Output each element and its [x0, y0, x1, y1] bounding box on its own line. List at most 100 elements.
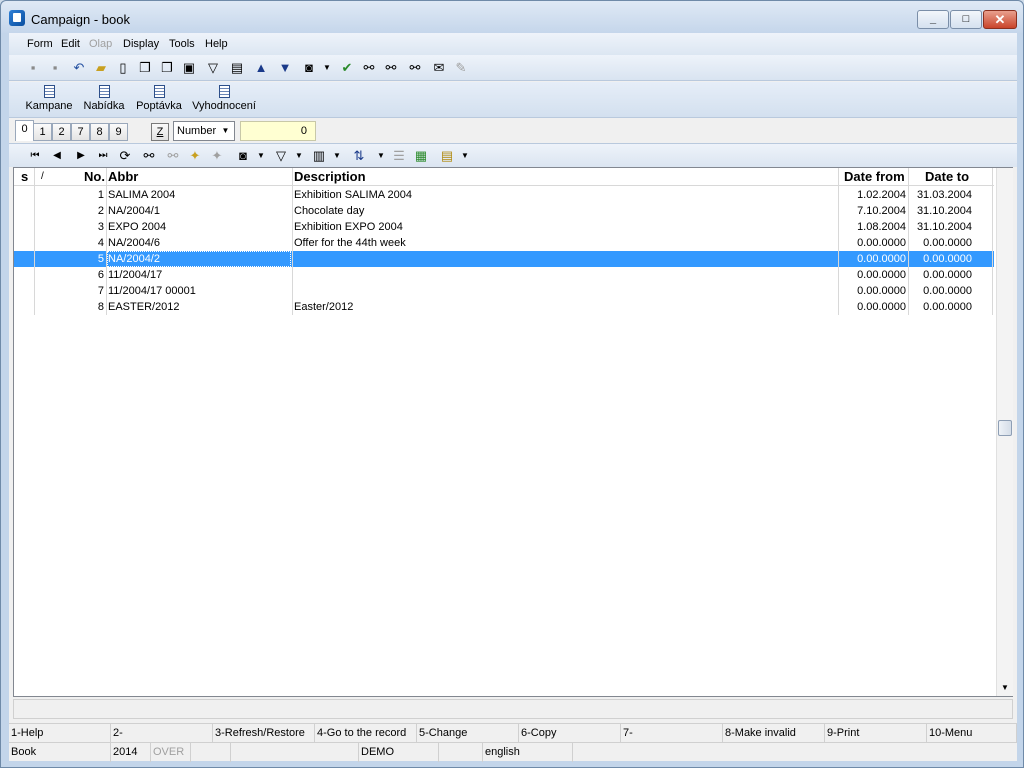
- report-dropdown-icon[interactable]: ▼: [457, 148, 473, 164]
- document-list-icon[interactable]: ▤: [229, 60, 245, 76]
- camera-dropdown-icon[interactable]: ▼: [253, 148, 269, 164]
- tab-7[interactable]: 7: [71, 123, 90, 141]
- open-folder-icon[interactable]: ▰: [93, 60, 109, 76]
- menu-form[interactable]: Form: [27, 38, 53, 50]
- cell-date-from: 0.00.0000: [857, 301, 906, 313]
- vertical-scrollbar[interactable]: ▼: [996, 168, 1013, 696]
- check-arrow-icon[interactable]: ✔: [339, 60, 355, 76]
- book-icon[interactable]: ▣: [181, 60, 197, 76]
- cell-date-from: 1.02.2004: [857, 189, 906, 201]
- scrollbar-thumb[interactable]: [998, 420, 1012, 436]
- fkey-8[interactable]: 8-Make invalid: [723, 724, 825, 743]
- filter-icon[interactable]: ▽: [273, 148, 289, 164]
- vyhodnoceni-button[interactable]: Vyhodnocení: [189, 84, 259, 116]
- records-grid[interactable]: s / No. Abbr Description Date from Date …: [13, 167, 1013, 697]
- tab-9[interactable]: 9: [109, 123, 128, 141]
- header-slash[interactable]: /: [41, 171, 44, 182]
- cell-no: 4: [97, 237, 104, 249]
- fkey-3[interactable]: 3-Refresh/Restore: [213, 724, 315, 743]
- title-bar[interactable]: Campaign - book _ □ ✕: [1, 1, 1023, 33]
- fkey-9[interactable]: 9-Print: [825, 724, 927, 743]
- camera-dropdown-icon[interactable]: ▼: [319, 60, 335, 76]
- search-number-input[interactable]: 0: [240, 121, 316, 141]
- columns-icon[interactable]: ▥: [311, 148, 327, 164]
- close-button[interactable]: ✕: [983, 10, 1017, 29]
- filter-icon[interactable]: ▽: [205, 60, 221, 76]
- cell-date-to: 0.00.0000: [923, 301, 972, 313]
- refresh-icon[interactable]: ⟳: [117, 148, 133, 164]
- tab-2[interactable]: 2: [52, 123, 71, 141]
- app-window: Campaign - book _ □ ✕ Form Edit Olap Dis…: [0, 0, 1024, 768]
- fkey-6[interactable]: 6-Copy: [519, 724, 621, 743]
- document-icon: [153, 85, 165, 98]
- find-icon[interactable]: ⚯: [141, 148, 157, 164]
- header-date-to[interactable]: Date to: [925, 169, 969, 184]
- sort-field-select[interactable]: Number ▼: [173, 121, 235, 141]
- maximize-button[interactable]: □: [950, 10, 982, 29]
- cell-description: Offer for the 44th week: [294, 237, 406, 249]
- table-row[interactable]: 8 EASTER/2012 Easter/2012 0.00.0000 0.00.000…: [14, 299, 994, 315]
- add-star-icon[interactable]: ✦: [187, 148, 203, 164]
- binoculars-next-icon[interactable]: ⚯: [383, 60, 399, 76]
- menu-help[interactable]: Help: [205, 38, 228, 50]
- minimize-button[interactable]: _: [917, 10, 949, 29]
- empty-cell-3: [439, 743, 483, 762]
- camera-icon[interactable]: ◙: [235, 148, 251, 164]
- table-row[interactable]: 4 NA/2004/6 Offer for the 44th week 0.00.00…: [14, 235, 994, 251]
- fkey-5[interactable]: 5-Change: [417, 724, 519, 743]
- next-record-icon[interactable]: ▶: [73, 148, 89, 164]
- new-document-icon[interactable]: ▯: [115, 60, 131, 76]
- z-button[interactable]: Z: [151, 123, 169, 141]
- language-value: english: [483, 743, 573, 762]
- fkey-2[interactable]: 2-: [111, 724, 213, 743]
- binoculars-icon[interactable]: ⚯: [361, 60, 377, 76]
- app-logo-icon: [9, 10, 25, 26]
- poptavka-button[interactable]: Poptávka: [133, 84, 185, 116]
- camera-icon[interactable]: ◙: [301, 60, 317, 76]
- arrow-up-icon[interactable]: ▲: [253, 60, 269, 76]
- table-row[interactable]: 1 SALIMA 2004 Exhibition SALIMA 2004 1.02.2…: [14, 187, 994, 203]
- menu-edit[interactable]: Edit: [61, 38, 80, 50]
- columns-dropdown-icon[interactable]: ▼: [329, 148, 345, 164]
- mail-icon[interactable]: ✉: [431, 60, 447, 76]
- header-description[interactable]: Description: [294, 169, 366, 184]
- cell-abbr: EASTER/2012: [108, 301, 180, 313]
- table-row[interactable]: 6 11/2004/17 0.00.0000 0.00.0000: [14, 267, 994, 283]
- arrow-down-icon[interactable]: ▼: [277, 60, 293, 76]
- cell-date-to: 31.10.2004: [916, 221, 972, 233]
- binoculars-prev-icon[interactable]: ⚯: [407, 60, 423, 76]
- scroll-down-icon[interactable]: ▼: [1001, 683, 1009, 692]
- table-row[interactable]: 7 11/2004/17 00001 0.00.0000 0.00.0000: [14, 283, 994, 299]
- tab-0[interactable]: 0: [15, 120, 34, 141]
- excel-export-icon[interactable]: ▦: [413, 148, 429, 164]
- tab-8[interactable]: 8: [90, 123, 109, 141]
- cell-date-from: 1.08.2004: [857, 221, 906, 233]
- previous-record-icon[interactable]: ◀: [49, 148, 65, 164]
- last-record-icon[interactable]: ⏭: [95, 148, 111, 164]
- header-no[interactable]: No.: [84, 169, 105, 184]
- kampane-button[interactable]: Kampane: [23, 84, 75, 116]
- fkey-7[interactable]: 7-: [621, 724, 723, 743]
- copy-document-icon[interactable]: ❐: [137, 60, 153, 76]
- report-icon[interactable]: ▤: [439, 148, 455, 164]
- fkey-1[interactable]: 1-Help: [9, 724, 111, 743]
- sort-dropdown-icon[interactable]: ▼: [373, 148, 389, 164]
- header-s[interactable]: s: [21, 169, 28, 184]
- table-row[interactable]: 2 NA/2004/1 Chocolate day 7.10.2004 31.10.20…: [14, 203, 994, 219]
- first-record-icon[interactable]: ⏮: [27, 148, 43, 164]
- table-row[interactable]: 5 NA/2004/2 0.00.0000 0.00.0000: [14, 251, 994, 267]
- menu-tools[interactable]: Tools: [169, 38, 195, 50]
- header-date-from[interactable]: Date from: [844, 169, 905, 184]
- menu-display[interactable]: Display: [123, 38, 159, 50]
- table-row[interactable]: 3 EXPO 2004 Exhibition EXPO 2004 1.08.2004 3…: [14, 219, 994, 235]
- tab-1[interactable]: 1: [33, 123, 52, 141]
- sort-icon[interactable]: ⇅: [351, 148, 367, 164]
- module-name: Book: [9, 743, 111, 762]
- undo-icon[interactable]: ↶: [71, 60, 87, 76]
- nabidka-button[interactable]: Nabídka: [79, 84, 129, 116]
- paste-document-icon[interactable]: ❐: [159, 60, 175, 76]
- fkey-10[interactable]: 10-Menu: [927, 724, 1017, 743]
- header-abbr[interactable]: Abbr: [108, 169, 138, 184]
- fkey-4[interactable]: 4-Go to the record: [315, 724, 417, 743]
- filter-dropdown-icon[interactable]: ▼: [291, 148, 307, 164]
